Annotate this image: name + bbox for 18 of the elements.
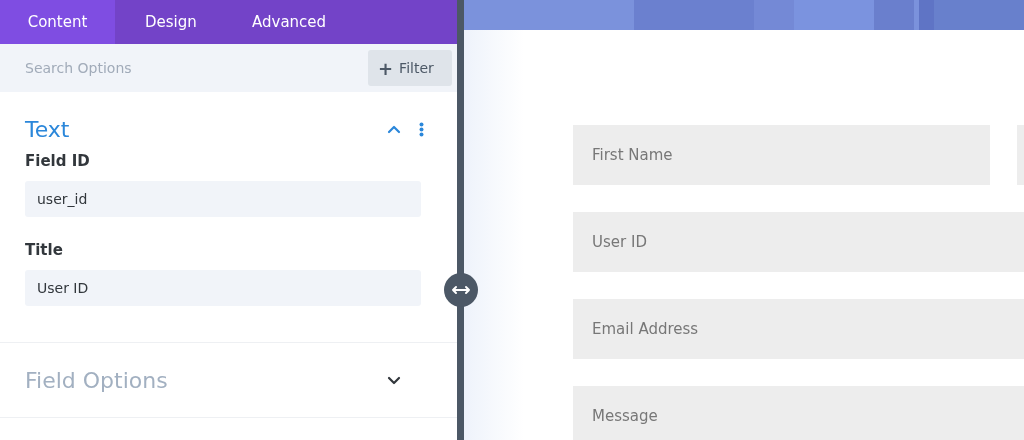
input-field[interactable]: First Name	[573, 125, 990, 185]
more-options-icon[interactable]	[419, 121, 424, 137]
field-label: Title	[25, 241, 63, 259]
tab[interactable]: Content	[0, 0, 115, 44]
filter-button[interactable]: + Filter	[368, 50, 452, 86]
field-label: Field ID	[25, 152, 90, 170]
chevron-down-icon[interactable]	[387, 375, 401, 385]
input-field[interactable]: User ID	[573, 212, 1024, 272]
section-title[interactable]: Text	[25, 116, 70, 142]
resize-handle-icon[interactable]	[443, 272, 479, 308]
tab[interactable]: Advanced	[231, 0, 348, 44]
search-field[interactable]: Search Options + Filter	[0, 44, 457, 92]
input-field[interactable]: User ID	[25, 270, 421, 306]
input-field[interactable]: Message	[573, 386, 1024, 440]
input-field[interactable]: user_id	[25, 181, 421, 217]
tab[interactable]: Design	[115, 0, 231, 44]
chevron-up-icon[interactable]	[387, 124, 401, 134]
input-field[interactable]: Email Address	[573, 299, 1024, 359]
